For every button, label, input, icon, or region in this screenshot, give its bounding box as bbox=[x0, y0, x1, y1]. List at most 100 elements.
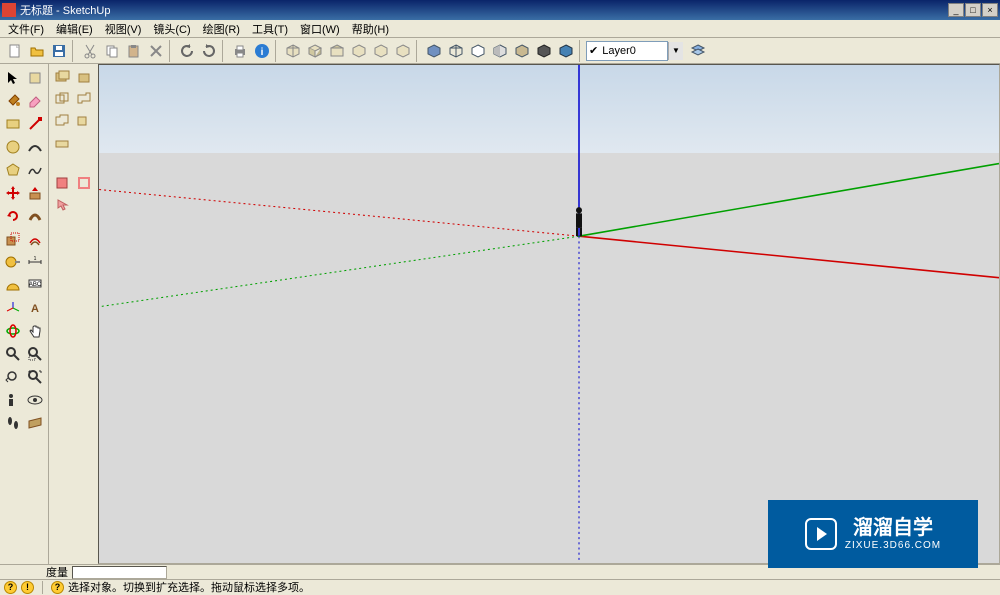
freehand-tool-icon[interactable] bbox=[24, 158, 46, 181]
style-monochrome-icon[interactable] bbox=[533, 40, 555, 62]
scale-tool-icon[interactable] bbox=[2, 227, 24, 250]
separator bbox=[169, 40, 174, 62]
view-left-icon[interactable] bbox=[392, 40, 414, 62]
layer-selector[interactable]: ✔ Layer0 bbox=[586, 41, 668, 61]
dynamic-interact-icon[interactable] bbox=[51, 194, 73, 216]
print-icon[interactable] bbox=[229, 40, 251, 62]
style-hidden-line-icon[interactable] bbox=[467, 40, 489, 62]
separator bbox=[42, 581, 43, 594]
menu-file[interactable]: 文件(F) bbox=[2, 20, 50, 38]
intersect-icon[interactable] bbox=[51, 88, 73, 110]
watermark: 溜溜自学 ZIXUE.3D66.COM bbox=[768, 500, 978, 568]
circle-tool-icon[interactable] bbox=[2, 135, 24, 158]
pan-tool-icon[interactable] bbox=[24, 319, 46, 342]
zoom-extents-icon[interactable] bbox=[24, 365, 46, 388]
section-plane-icon[interactable] bbox=[24, 411, 46, 434]
cut-icon[interactable] bbox=[79, 40, 101, 62]
zoom-tool-icon[interactable] bbox=[2, 342, 24, 365]
status-bar: ? ! ? 选择对象。切换到扩充选择。拖动鼠标选择多项。 bbox=[0, 579, 1000, 594]
maximize-button[interactable]: □ bbox=[965, 3, 981, 17]
menu-draw[interactable]: 绘图(R) bbox=[197, 20, 246, 38]
style-wireframe-icon[interactable] bbox=[445, 40, 467, 62]
rotate-tool-icon[interactable] bbox=[2, 204, 24, 227]
menu-tools[interactable]: 工具(T) bbox=[246, 20, 294, 38]
large-toolset: 1 ABC A bbox=[0, 64, 48, 564]
menu-bar: 文件(F) 编辑(E) 视图(V) 镜头(C) 绘图(R) 工具(T) 窗口(W… bbox=[0, 20, 1000, 38]
view-front-icon[interactable] bbox=[326, 40, 348, 62]
polygon-tool-icon[interactable] bbox=[2, 158, 24, 181]
tape-measure-icon[interactable] bbox=[2, 250, 24, 273]
dynamic-options-icon[interactable] bbox=[73, 172, 95, 194]
line-tool-icon[interactable] bbox=[24, 112, 46, 135]
axes-tool-icon[interactable] bbox=[2, 296, 24, 319]
separator bbox=[579, 40, 584, 62]
text-tool-icon[interactable]: ABC bbox=[24, 273, 46, 296]
measurement-input[interactable] bbox=[72, 566, 167, 579]
style-shaded-tex-icon[interactable] bbox=[511, 40, 533, 62]
make-component-icon[interactable] bbox=[24, 66, 46, 89]
orbit-tool-icon[interactable] bbox=[2, 319, 24, 342]
style-shaded-icon[interactable] bbox=[489, 40, 511, 62]
app-icon bbox=[2, 3, 16, 17]
new-file-icon[interactable] bbox=[4, 40, 26, 62]
arc-tool-icon[interactable] bbox=[24, 135, 46, 158]
walk-tool-icon[interactable] bbox=[2, 411, 24, 434]
delete-icon[interactable] bbox=[145, 40, 167, 62]
style-xray-icon[interactable] bbox=[423, 40, 445, 62]
axis-x-pos bbox=[579, 236, 999, 278]
paste-icon[interactable] bbox=[123, 40, 145, 62]
play-icon bbox=[805, 518, 837, 550]
eraser-icon[interactable] bbox=[24, 89, 46, 112]
dimension-tool-icon[interactable]: 1 bbox=[24, 250, 46, 273]
trim-icon[interactable] bbox=[73, 110, 95, 132]
outer-shell-icon[interactable] bbox=[51, 66, 73, 88]
view-iso-icon[interactable] bbox=[282, 40, 304, 62]
pushpull-tool-icon[interactable] bbox=[24, 181, 46, 204]
3d-viewport[interactable] bbox=[98, 64, 1000, 564]
union-icon[interactable] bbox=[73, 88, 95, 110]
move-tool-icon[interactable] bbox=[2, 181, 24, 204]
layer-dropdown-icon[interactable]: ▼ bbox=[668, 42, 683, 60]
look-around-icon[interactable] bbox=[24, 388, 46, 411]
separator bbox=[72, 40, 77, 62]
watermark-url: ZIXUE.3D66.COM bbox=[845, 540, 941, 552]
position-camera-icon[interactable] bbox=[2, 388, 24, 411]
svg-text:1: 1 bbox=[34, 256, 37, 262]
help-icon-1[interactable]: ? bbox=[4, 581, 17, 594]
offset-tool-icon[interactable] bbox=[24, 227, 46, 250]
subtract-icon[interactable] bbox=[51, 110, 73, 132]
minimize-button[interactable]: _ bbox=[948, 3, 964, 17]
model-info-icon[interactable]: i bbox=[251, 40, 273, 62]
view-right-icon[interactable] bbox=[348, 40, 370, 62]
close-button[interactable]: × bbox=[982, 3, 998, 17]
window-title: 无标题 - SketchUp bbox=[20, 2, 947, 18]
menu-camera[interactable]: 镜头(C) bbox=[147, 20, 196, 38]
layer-manager-icon[interactable] bbox=[687, 40, 709, 62]
redo-icon[interactable] bbox=[198, 40, 220, 62]
svg-text:A: A bbox=[31, 303, 39, 315]
dynamic-comp-icon[interactable] bbox=[51, 172, 73, 194]
zoom-window-icon[interactable] bbox=[24, 342, 46, 365]
protractor-tool-icon[interactable] bbox=[2, 273, 24, 296]
copy-icon[interactable] bbox=[101, 40, 123, 62]
menu-edit[interactable]: 编辑(E) bbox=[50, 20, 99, 38]
menu-window[interactable]: 窗口(W) bbox=[294, 20, 346, 38]
select-tool-icon[interactable] bbox=[2, 66, 24, 89]
3dtext-tool-icon[interactable]: A bbox=[24, 296, 46, 319]
split-icon[interactable] bbox=[51, 132, 73, 154]
followme-tool-icon[interactable] bbox=[24, 204, 46, 227]
undo-icon[interactable] bbox=[176, 40, 198, 62]
open-file-icon[interactable] bbox=[26, 40, 48, 62]
zoom-previous-icon[interactable] bbox=[2, 365, 24, 388]
menu-view[interactable]: 视图(V) bbox=[99, 20, 148, 38]
help-icon-3[interactable]: ? bbox=[51, 581, 64, 594]
view-back-icon[interactable] bbox=[370, 40, 392, 62]
rectangle-tool-icon[interactable] bbox=[2, 112, 24, 135]
solid-tools-icon[interactable] bbox=[73, 66, 95, 88]
paint-bucket-icon[interactable] bbox=[2, 89, 24, 112]
save-file-icon[interactable] bbox=[48, 40, 70, 62]
help-icon-2[interactable]: ! bbox=[21, 581, 34, 594]
menu-help[interactable]: 帮助(H) bbox=[346, 20, 395, 38]
style-color-icon[interactable] bbox=[555, 40, 577, 62]
view-top-icon[interactable] bbox=[304, 40, 326, 62]
